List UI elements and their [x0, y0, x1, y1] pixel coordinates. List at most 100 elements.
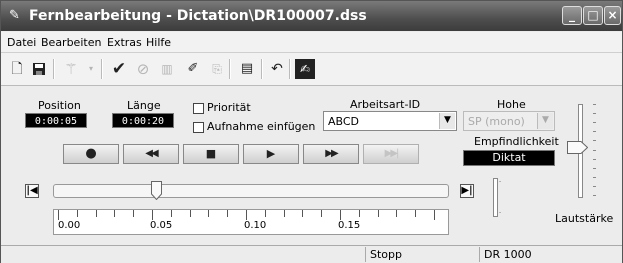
toolbar-separator [53, 59, 55, 79]
volume-scale-tick [593, 113, 596, 115]
toolbar: 🗋 ⚚ ▾ ✔ ⊘ ▥ ✐ ⎘ ▤ ↶ ✍ [1, 53, 622, 86]
timeline-tick [264, 210, 266, 217]
position-display: 0:00:05 [25, 113, 87, 128]
fast-forward-button[interactable]: ▶▶ [303, 144, 359, 164]
volume-scale-tick [593, 167, 596, 169]
toolbar-separator [101, 59, 103, 79]
undo-arrow-icon[interactable]: ↶ [267, 59, 287, 79]
timeline-ruler: 0.00 0.05 0.10 0.15 [53, 209, 449, 235]
timeline-tick [133, 210, 135, 217]
title-bar[interactable]: ✎ Fernbearbeitung - Dictation\DR100007.d… [1, 1, 622, 31]
quality-value: SP (mono) [468, 115, 525, 128]
magic-wand-icon[interactable]: ⚚ [61, 59, 81, 79]
minimize-button[interactable]: _ [562, 6, 582, 25]
book-icon[interactable]: ▥ [157, 59, 177, 79]
timeline-tick [340, 210, 341, 220]
timeline-tick [114, 210, 116, 217]
level-meter-tick: - [499, 178, 502, 185]
menu-bearbeiten[interactable]: Bearbeiten [41, 36, 101, 49]
insert-recording-checkbox[interactable] [193, 122, 204, 133]
cancel-circle-icon[interactable]: ⊘ [133, 59, 153, 79]
edit-dictation-icon[interactable]: ✍ [295, 59, 315, 79]
level-meter-tick: - [499, 209, 502, 216]
length-display: 0:00:20 [112, 113, 174, 128]
timeline-tick [227, 210, 229, 217]
pen-cut-icon[interactable]: ✐ [183, 59, 203, 79]
volume-scale-tick [593, 158, 596, 160]
sensitivity-display[interactable]: Diktat [463, 150, 555, 166]
menu-extras[interactable]: Extras [107, 36, 142, 49]
window-title: Fernbearbeitung - Dictation\DR100007.dss [29, 8, 367, 24]
go-to-end-button[interactable]: ▶| [460, 184, 474, 198]
status-empty [9, 247, 365, 262]
record-button[interactable]: ● [63, 144, 119, 164]
timeline-tick [76, 210, 78, 217]
length-label: Länge [127, 99, 161, 112]
stop-button[interactable]: ■ [183, 144, 239, 164]
timeline-label: 0.15 [338, 220, 361, 231]
volume-scale-tick [593, 185, 596, 187]
timeline-tick [377, 210, 379, 217]
chevron-down-icon[interactable]: ▼ [439, 113, 455, 129]
close-icon: × [607, 8, 618, 22]
volume-scale-tick [593, 104, 596, 105]
priority-label[interactable]: Priorität [207, 101, 251, 114]
menu-datei[interactable]: Datei [7, 36, 36, 49]
timeline-tick [152, 210, 153, 220]
menu-bar: Datei Bearbeiten Extras Hilfe [1, 32, 622, 53]
volume-scale-tick [593, 149, 596, 151]
play-button[interactable]: ▶ [243, 144, 299, 164]
volume-scale-tick [593, 176, 596, 178]
volume-scale-tick [593, 140, 596, 142]
close-button[interactable]: × [604, 6, 621, 25]
timeline-tick [246, 210, 247, 220]
timeline-label: 0.00 [58, 220, 81, 231]
checkmark-icon[interactable]: ✔ [109, 59, 129, 79]
timeline-tick [58, 210, 59, 220]
timeline-label: 0.05 [150, 220, 173, 231]
timeline-label: 0.10 [244, 220, 267, 231]
new-document-icon[interactable]: 🗋 [7, 59, 27, 79]
properties-icon[interactable]: ▤ [237, 59, 257, 79]
volume-scale [593, 104, 597, 196]
go-to-start-button[interactable]: |◀ [25, 184, 39, 198]
end-button[interactable]: ▶▶| [363, 144, 419, 164]
rewind-button[interactable]: ◀◀ [123, 144, 179, 164]
insert-recording-label[interactable]: Aufnahme einfügen [207, 120, 315, 133]
timeline-tick [358, 210, 360, 217]
worktype-value: ABCD [328, 115, 360, 128]
minimize-icon: _ [569, 8, 575, 22]
toolbar-separator [289, 59, 291, 79]
position-slider-thumb[interactable] [151, 181, 162, 200]
maximize-icon: □ [587, 8, 599, 22]
stamp-icon[interactable]: ⎘ [207, 59, 227, 79]
dropdown-arrow-icon[interactable]: ▾ [81, 59, 101, 79]
volume-slider-thumb[interactable] [567, 141, 588, 154]
sensitivity-label: Empfindlichkeit [474, 135, 559, 148]
timeline-tick [434, 210, 435, 220]
volume-scale-tick [593, 131, 596, 133]
pencil-icon: ✎ [9, 8, 20, 23]
timeline-tick [208, 210, 210, 217]
timeline-tick [283, 210, 285, 217]
maximize-button[interactable]: □ [583, 6, 603, 25]
volume-label: Lautstärke [555, 212, 614, 225]
menu-hilfe[interactable]: Hilfe [146, 36, 171, 49]
status-bar: Stopp DR 1000 [1, 245, 622, 263]
timeline-tick [396, 210, 398, 217]
status-state: Stopp [365, 247, 479, 262]
volume-scale-tick [593, 195, 596, 196]
level-meter [493, 178, 498, 217]
priority-checkbox[interactable] [193, 103, 204, 114]
worktype-label: Arbeitsart-ID [350, 98, 421, 111]
save-icon[interactable] [29, 59, 49, 79]
timeline-tick [302, 210, 304, 217]
quality-select[interactable]: SP (mono) ▼ [463, 111, 555, 131]
toolbar-separator [261, 59, 263, 79]
volume-scale-tick [593, 122, 596, 124]
position-slider-track[interactable] [53, 184, 449, 198]
worktype-select[interactable]: ABCD ▼ [323, 111, 457, 131]
chevron-down-icon[interactable]: ▼ [537, 113, 553, 129]
toolbar-separator [229, 59, 231, 79]
timeline-tick [415, 210, 417, 217]
